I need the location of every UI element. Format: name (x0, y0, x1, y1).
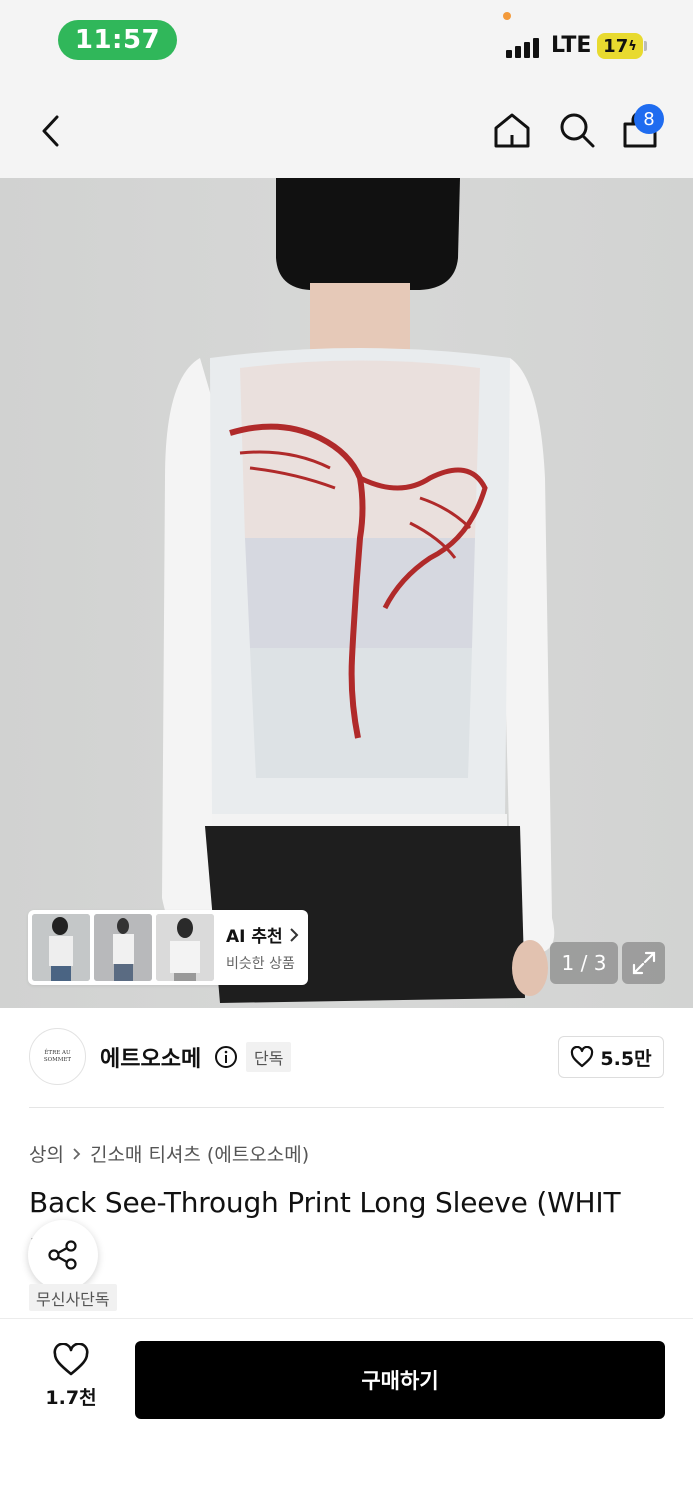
network-type: LTE (551, 33, 592, 58)
expand-icon (632, 951, 655, 975)
product-page: 11:57 LTE 17 ϟ 8 AI 추천 비슷한 상품 1 / 3 ÊTRE… (0, 0, 693, 1500)
musinsa-exclusive-badge: 무신사단독 (29, 1284, 117, 1311)
brand-name[interactable]: 에트오소메 (100, 1041, 201, 1073)
product-main-image[interactable] (0, 178, 693, 1008)
search-icon (560, 113, 595, 148)
brand-like-button[interactable]: 5.5만 (558, 1036, 664, 1078)
home-button[interactable] (490, 108, 534, 152)
product-photo (162, 178, 555, 1003)
ai-recommend-thumbnail[interactable] (156, 914, 214, 981)
top-nav-bar: 8 (0, 84, 693, 178)
breadcrumb-item[interactable]: 긴소매 티셔츠 (에트오소메) (90, 1140, 309, 1167)
ai-recommend-thumbnail[interactable] (32, 914, 90, 981)
status-time: 11:57 (58, 20, 177, 60)
image-page-indicator: 1 / 3 (550, 942, 618, 984)
battery-level: 17 (603, 35, 629, 57)
ai-recommend-subtitle: 비슷한 상품 (226, 956, 295, 972)
breadcrumb-item[interactable]: 상의 (29, 1140, 64, 1167)
ai-recommend-text: AI 추천 비슷한 상품 (226, 922, 299, 973)
ai-recommend-card[interactable]: AI 추천 비슷한 상품 (28, 910, 308, 985)
chevron-right-icon (73, 1147, 81, 1160)
heart-icon (53, 1343, 89, 1376)
back-button[interactable] (30, 106, 70, 156)
brand-like-count: 5.5만 (600, 1047, 652, 1070)
expand-image-button[interactable] (622, 942, 665, 984)
privacy-indicator-dot (503, 12, 511, 20)
bottom-action-bar: 1.7천 구매하기 (0, 1318, 693, 1500)
battery-tip (644, 41, 647, 51)
info-icon[interactable] (214, 1045, 238, 1069)
search-button[interactable] (555, 108, 599, 152)
buy-button[interactable]: 구매하기 (135, 1341, 665, 1419)
battery-icon: 17 ϟ (597, 33, 643, 59)
product-title: Back See-Through Print Long Sleeve (WHIT (29, 1186, 621, 1219)
exclusive-badge: 단독 (246, 1042, 292, 1072)
section-divider (29, 1107, 664, 1108)
share-icon (48, 1240, 77, 1270)
chevron-right-icon (289, 927, 299, 942)
chevron-left-icon (42, 115, 59, 147)
breadcrumb: 상의 긴소매 티셔츠 (에트오소메) (29, 1140, 309, 1167)
home-icon (494, 113, 530, 148)
share-button[interactable] (28, 1220, 98, 1290)
ai-recommend-thumbnail[interactable] (94, 914, 152, 981)
cart-count-badge: 8 (634, 104, 664, 134)
heart-icon (571, 1046, 594, 1068)
status-bar: 11:57 LTE 17 ϟ (0, 0, 693, 84)
wishlist-button[interactable]: 1.7천 (30, 1343, 112, 1419)
brand-logo[interactable]: ÊTRE AU SOMMET (29, 1028, 86, 1085)
wishlist-count: 1.7천 (45, 1387, 97, 1409)
signal-icon (506, 36, 539, 58)
ai-recommend-title: AI 추천 (226, 927, 283, 947)
